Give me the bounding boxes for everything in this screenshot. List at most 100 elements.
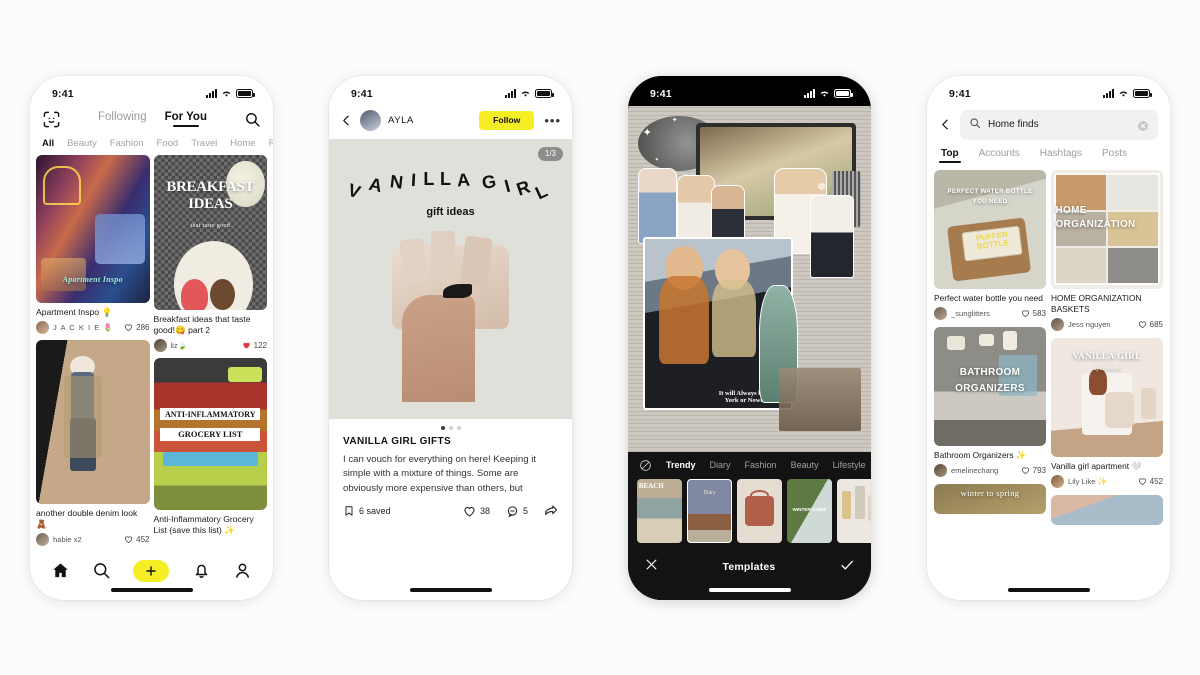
like-button[interactable]: 38 bbox=[463, 505, 490, 518]
search-result-card[interactable]: BATHROOM ORGANIZERS Bathroom Organizers … bbox=[934, 326, 1046, 477]
result-author[interactable]: emelinechang bbox=[934, 463, 998, 477]
template-category-diary[interactable]: Diary bbox=[710, 460, 731, 470]
category-beauty[interactable]: Beauty bbox=[67, 138, 97, 149]
feed-card-thumbnail[interactable]: BREAKFAST IDEAS that taste good bbox=[153, 154, 267, 310]
close-icon[interactable] bbox=[644, 557, 659, 577]
partial-result-thumbnail[interactable] bbox=[1051, 494, 1163, 525]
tab-accounts[interactable]: Accounts bbox=[979, 148, 1020, 163]
profile-icon[interactable] bbox=[233, 561, 252, 580]
post-username[interactable]: AYLA bbox=[388, 115, 472, 126]
category-food[interactable]: Food bbox=[157, 138, 179, 149]
heart-icon bbox=[125, 536, 133, 544]
comment-button[interactable]: 5 bbox=[506, 505, 528, 518]
feed-card[interactable]: BREAKFAST IDEAS that taste good Breakfas… bbox=[153, 154, 267, 352]
carousel-dot[interactable] bbox=[440, 425, 445, 430]
like-count[interactable]: 685 bbox=[1138, 320, 1163, 329]
notifications-icon[interactable] bbox=[192, 561, 211, 580]
feed-card-thumbnail[interactable] bbox=[36, 339, 150, 504]
feed-card[interactable]: another double denim look 🧸 habie x2 452 bbox=[36, 339, 150, 547]
carousel-dots bbox=[329, 419, 572, 435]
tab-top[interactable]: Top bbox=[941, 148, 959, 163]
carousel-dot[interactable] bbox=[448, 425, 453, 430]
result-author[interactable]: Jess nguyen bbox=[1051, 317, 1111, 331]
status-bar: 9:41 bbox=[628, 76, 871, 106]
feed-card-thumbnail[interactable]: Apartment Inspo bbox=[36, 154, 150, 303]
search-icon[interactable] bbox=[244, 111, 261, 128]
search-result-card[interactable]: VANILLA GIRL apartment Vanilla girl apar… bbox=[1051, 337, 1163, 488]
category-home[interactable]: Home bbox=[230, 138, 255, 149]
post-image[interactable]: V A N I L L A G I R L gift ideas 1/3 bbox=[329, 138, 572, 419]
category-recipe[interactable]: Recipe bbox=[269, 138, 273, 149]
result-thumbnail[interactable]: HOME ORGANIZATION bbox=[1051, 169, 1163, 289]
check-icon[interactable] bbox=[839, 557, 855, 578]
follow-button[interactable]: Follow bbox=[479, 110, 535, 130]
partial-result-thumbnail[interactable]: winter to spring bbox=[934, 483, 1046, 514]
like-count[interactable]: 793 bbox=[1021, 466, 1046, 475]
template-category-fashion[interactable]: Fashion bbox=[745, 460, 777, 470]
home-icon[interactable] bbox=[51, 561, 70, 580]
result-author[interactable]: _sunglitters bbox=[934, 306, 990, 320]
feed-card-author[interactable]: habie x2 bbox=[36, 533, 82, 547]
back-icon[interactable] bbox=[939, 118, 952, 131]
feed-card-thumbnail[interactable]: ANTI-INFLAMMATORY GROCERY LIST bbox=[153, 357, 267, 510]
feed-card[interactable]: ANTI-INFLAMMATORY GROCERY LIST Anti-Infl… bbox=[153, 357, 267, 536]
share-icon bbox=[545, 505, 558, 516]
search-icon[interactable] bbox=[92, 561, 111, 580]
home-indicator bbox=[708, 587, 791, 592]
image-subtitle: gift ideas bbox=[426, 205, 475, 218]
feed-card-author[interactable]: liz🍃 bbox=[153, 338, 187, 352]
result-thumbnail[interactable]: VANILLA GIRL apartment bbox=[1051, 337, 1163, 457]
search-result-card[interactable]: HOME ORGANIZATION HOME ORGANIZATION BASK… bbox=[1051, 169, 1163, 331]
feed-card-author[interactable]: J A C K I E 🌷 bbox=[36, 320, 114, 334]
like-count[interactable]: 452 bbox=[124, 535, 150, 544]
category-all[interactable]: All bbox=[42, 138, 54, 149]
create-button[interactable] bbox=[133, 559, 170, 582]
clear-icon[interactable] bbox=[1137, 119, 1149, 131]
category-travel[interactable]: Travel bbox=[191, 138, 217, 149]
search-input[interactable]: Home finds bbox=[960, 109, 1158, 140]
template-thumbnail[interactable]: BEACH bbox=[637, 478, 682, 543]
like-count[interactable]: 286 bbox=[124, 323, 150, 332]
result-thumbnail[interactable]: BATHROOM ORGANIZERS bbox=[934, 326, 1046, 446]
tab-for-you[interactable]: For You bbox=[165, 111, 207, 127]
template-thumbnail-selected[interactable]: Diary bbox=[687, 478, 732, 543]
no-template-icon[interactable] bbox=[639, 459, 652, 472]
feed-card-title: Breakfast ideas that taste good!😋 part 2 bbox=[153, 313, 251, 335]
feed-card-meta: J A C K I E 🌷 286 bbox=[36, 320, 150, 334]
avatar[interactable] bbox=[360, 109, 381, 131]
more-options-icon[interactable]: ••• bbox=[541, 113, 561, 128]
template-category-beauty[interactable]: Beauty bbox=[791, 460, 819, 470]
template-thumbnail-row[interactable]: BEACH Diary WINTER GUIDE bbox=[628, 478, 871, 551]
save-button[interactable]: 6 saved bbox=[343, 505, 447, 517]
status-time: 9:41 bbox=[949, 87, 971, 100]
tab-hashtags[interactable]: Hashtags bbox=[1040, 148, 1082, 163]
wifi-icon bbox=[221, 89, 232, 98]
tab-posts[interactable]: Posts bbox=[1102, 148, 1127, 163]
search-query[interactable]: Home finds bbox=[988, 119, 1130, 130]
result-thumbnail[interactable]: PUFFER BOTTLE PERFECT WATER BOTTLE YOU NE… bbox=[934, 169, 1046, 289]
template-thumbnail[interactable] bbox=[737, 478, 782, 543]
tab-following[interactable]: Following bbox=[98, 111, 147, 127]
template-thumbnail[interactable]: WINTER GUIDE bbox=[787, 478, 832, 543]
breakfast-ideas-photo: BREAKFAST IDEAS that taste good bbox=[153, 154, 267, 310]
like-count[interactable]: 452 bbox=[1138, 477, 1163, 486]
template-category-trendy[interactable]: Trendy bbox=[666, 460, 696, 470]
search-result-card[interactable]: PUFFER BOTTLE PERFECT WATER BOTTLE YOU NE… bbox=[934, 169, 1046, 320]
result-author[interactable]: Lily Like ✨ bbox=[1051, 474, 1107, 488]
phone-feed: 9:41 Following For You All Beauty Fashio… bbox=[30, 75, 273, 600]
feed-card[interactable]: Apartment Inspo Apartment Inspo 💡 J A C … bbox=[36, 154, 150, 334]
templates-label: Templates bbox=[722, 561, 776, 573]
share-button[interactable] bbox=[544, 504, 558, 518]
back-icon[interactable] bbox=[340, 114, 353, 127]
like-count[interactable]: 122 bbox=[242, 341, 267, 350]
template-category-lifestyle[interactable]: Lifestyle bbox=[833, 460, 866, 470]
wifi-icon bbox=[520, 89, 531, 98]
like-count[interactable]: 583 bbox=[1021, 309, 1046, 318]
collage-canvas[interactable]: ✦ ✦ ✦ ❁ ❁ ❁ bbox=[628, 105, 871, 452]
plus-icon bbox=[146, 565, 157, 576]
template-thumbnail[interactable] bbox=[837, 478, 871, 543]
search-screen: 9:41 Home finds Top Accounts Hashtags Po… bbox=[927, 76, 1170, 600]
carousel-dot[interactable] bbox=[456, 425, 461, 430]
category-fashion[interactable]: Fashion bbox=[110, 138, 144, 149]
face-scan-icon[interactable] bbox=[42, 110, 61, 129]
